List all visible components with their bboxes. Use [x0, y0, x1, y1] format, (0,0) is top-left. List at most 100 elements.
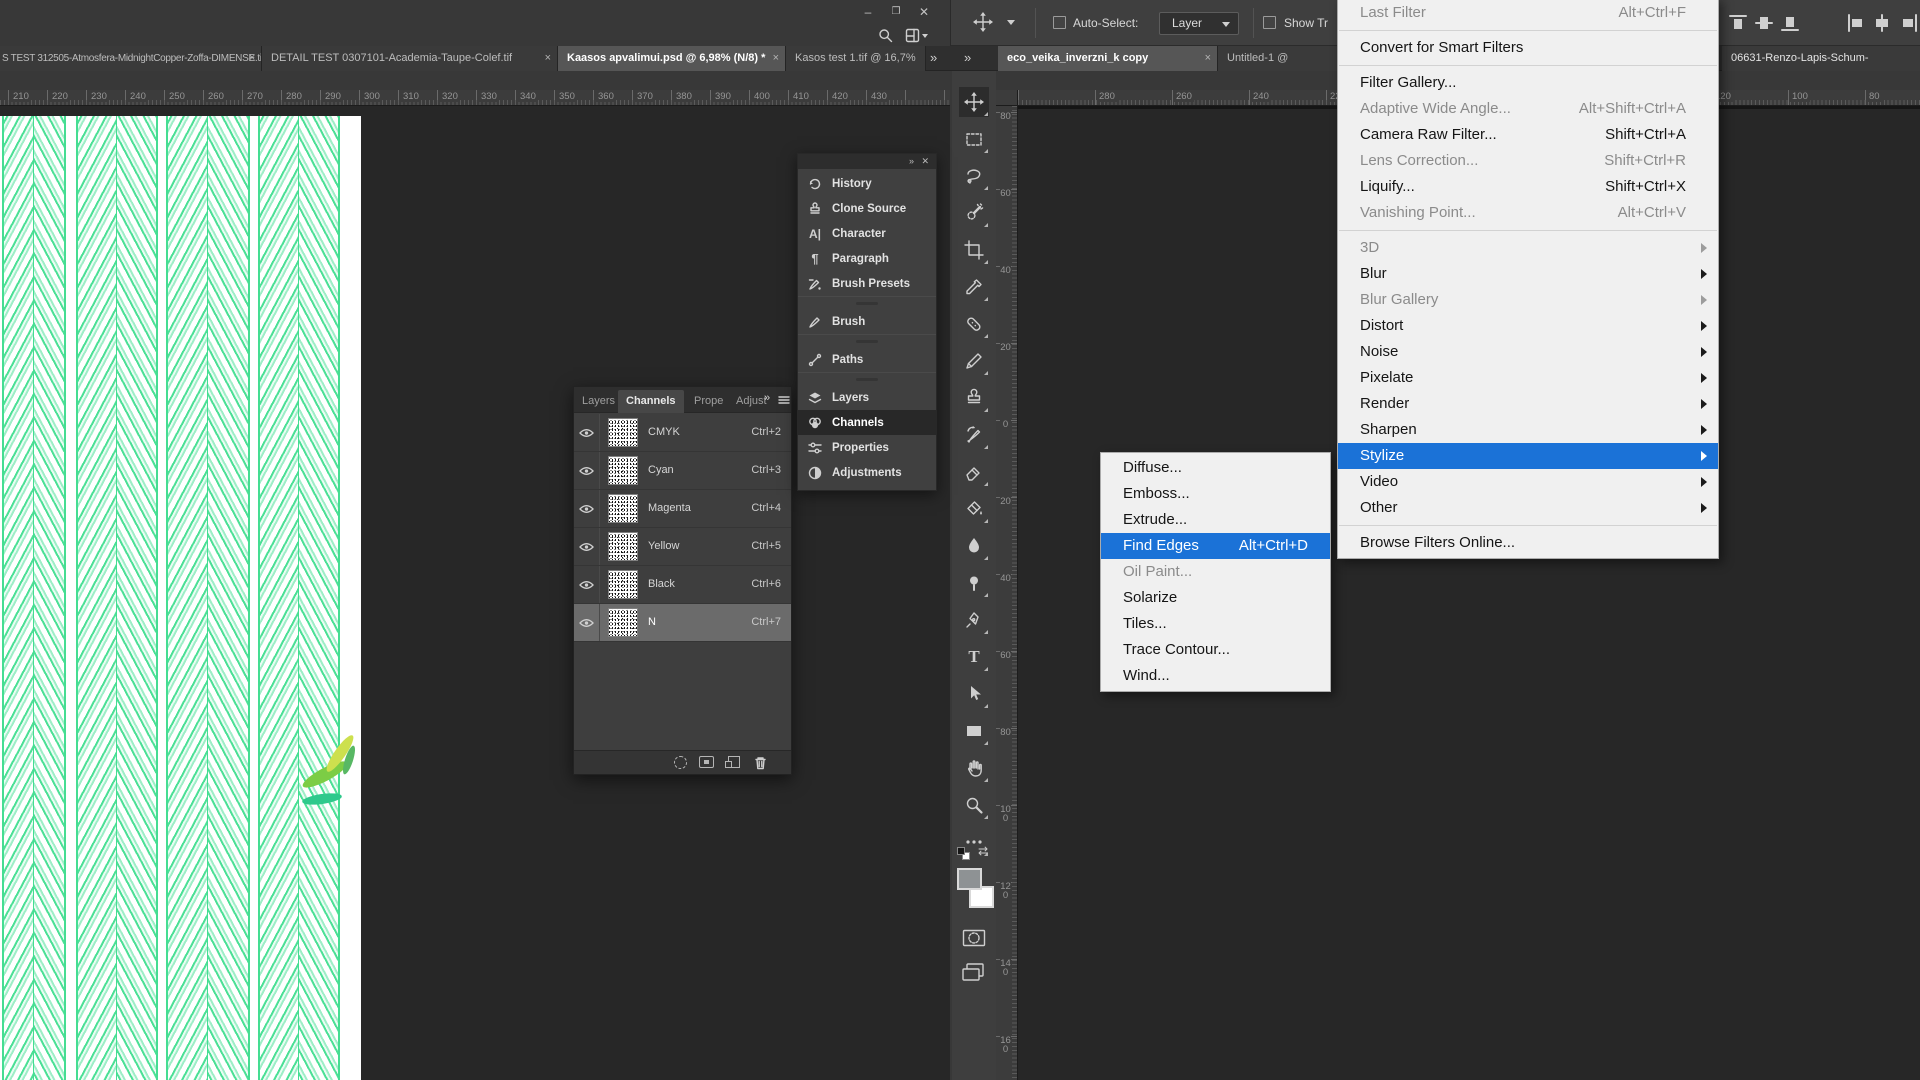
channel-row-cmyk[interactable]: CMYK Ctrl+2 [574, 414, 791, 452]
hand-tool[interactable] [959, 753, 989, 783]
visibility-eye-icon[interactable] [574, 528, 600, 565]
visibility-eye-icon[interactable] [574, 604, 600, 641]
dock-collapse-chevron[interactable]: » [909, 154, 914, 168]
document-tab-active[interactable]: eco_veika_inverzni_k copy × [998, 46, 1218, 71]
menu-item-sharpen[interactable]: Sharpen [1338, 417, 1718, 443]
menu-item-filter-gallery[interactable]: Filter Gallery... [1338, 70, 1718, 96]
dock-item-properties[interactable]: Properties [798, 435, 936, 460]
search-icon[interactable] [878, 28, 893, 43]
align-bottom-edges-icon[interactable] [1780, 13, 1800, 33]
visibility-eye-icon[interactable] [574, 566, 600, 603]
rectangle-tool[interactable] [959, 716, 989, 746]
swap-colors-icon[interactable]: ⇄ [978, 844, 988, 858]
pencil-tool[interactable] [959, 346, 989, 376]
auto-select-target-dropdown[interactable]: Layer [1159, 12, 1239, 35]
path-selection-tool[interactable] [959, 679, 989, 709]
quick-selection-tool[interactable] [959, 198, 989, 228]
dock-item-history[interactable]: History [798, 171, 936, 196]
channel-row-magenta[interactable]: Magenta Ctrl+4 [574, 490, 791, 528]
pen-tool[interactable] [959, 605, 989, 635]
menu-item-convert-smart-filters[interactable]: Convert for Smart Filters [1338, 35, 1718, 61]
horizontal-ruler[interactable]: 200 210 220 230 240 250 260 270 280 290 … [0, 90, 950, 106]
align-right-edges-icon[interactable] [1899, 13, 1919, 33]
tab-close-icon[interactable]: × [773, 46, 779, 71]
minimize-button[interactable]: – [858, 3, 878, 21]
tab-close-icon[interactable]: × [545, 46, 551, 71]
crop-tool[interactable] [959, 235, 989, 265]
delete-channel-trash-icon[interactable] [754, 756, 767, 770]
dock-item-brush-presets[interactable]: Brush Presets [798, 271, 936, 296]
tab-layers[interactable]: Layers [574, 390, 623, 413]
menu-item-video[interactable]: Video [1338, 469, 1718, 495]
menu-item-blur[interactable]: Blur [1338, 261, 1718, 287]
menu-item-distort[interactable]: Distort [1338, 313, 1718, 339]
visibility-eye-icon[interactable] [574, 490, 600, 527]
screen-mode-icon[interactable] [961, 962, 985, 982]
channel-row-cyan[interactable]: Cyan Ctrl+3 [574, 452, 791, 490]
menu-item-other[interactable]: Other [1338, 495, 1718, 521]
marquee-tool[interactable] [959, 124, 989, 154]
zoom-tool[interactable] [959, 790, 989, 820]
default-colors-icon[interactable] [956, 846, 972, 862]
document-tab[interactable]: Untitled-1 @ [1218, 46, 1338, 71]
paint-bucket-tool[interactable] [959, 494, 989, 524]
dock-item-channels-active[interactable]: Channels [798, 410, 936, 435]
menu-item-tiles[interactable]: Tiles... [1101, 611, 1330, 637]
tab-properties[interactable]: Prope [686, 390, 731, 413]
document-tab[interactable]: Kasos test 1.tif @ 16,7% [786, 46, 926, 71]
tab-channels[interactable]: Channels [618, 390, 684, 413]
menu-item-diffuse[interactable]: Diffuse... [1101, 455, 1330, 481]
history-brush-tool[interactable] [959, 420, 989, 450]
dock-item-adjustments[interactable]: Adjustments [798, 460, 936, 485]
channel-row-yellow[interactable]: Yellow Ctrl+5 [574, 528, 791, 566]
foreground-color-swatch[interactable] [957, 868, 982, 890]
menu-item-find-edges[interactable]: Find EdgesAlt+Ctrl+D [1101, 533, 1330, 559]
vertical-ruler[interactable]: 80 60 40 20 0 20 40 60 80 100 120 140 16… [996, 106, 1018, 1080]
align-vertical-centers-icon[interactable] [1754, 13, 1774, 33]
move-tool[interactable] [959, 87, 989, 117]
tab-close-icon[interactable]: × [249, 46, 255, 71]
menu-item-browse-filters-online[interactable]: Browse Filters Online... [1338, 530, 1718, 556]
align-horizontal-centers-icon[interactable] [1872, 13, 1892, 33]
document-tab[interactable]: 06631-Renzo-Lapis-Schum- [1722, 46, 1920, 71]
channel-row-n-selected[interactable]: N Ctrl+7 [574, 604, 791, 642]
document-tab[interactable]: S TEST 312505-Atmosfera-MidnightCopper-Z… [0, 46, 262, 71]
auto-select-checkbox[interactable] [1053, 16, 1066, 29]
menu-item-trace-contour[interactable]: Trace Contour... [1101, 637, 1330, 663]
dock-item-paths[interactable]: Paths [798, 347, 936, 372]
panel-menu-icon[interactable] [778, 395, 790, 405]
save-selection-as-channel-icon[interactable] [699, 756, 714, 768]
show-transform-checkbox[interactable] [1263, 16, 1276, 29]
align-top-edges-icon[interactable] [1728, 13, 1748, 33]
dock-item-character[interactable]: A|Character [798, 221, 936, 246]
dodge-tool[interactable] [959, 568, 989, 598]
lasso-tool[interactable] [959, 161, 989, 191]
menu-item-stylize[interactable]: Stylize [1338, 443, 1718, 469]
align-left-edges-icon[interactable] [1846, 13, 1866, 33]
menu-item-camera-raw-filter[interactable]: Camera Raw Filter...Shift+Ctrl+A [1338, 122, 1718, 148]
toolbar-collapse-chevron[interactable]: » [964, 50, 969, 65]
dock-close-icon[interactable]: ✕ [921, 154, 929, 168]
tab-close-icon[interactable]: × [1205, 46, 1211, 71]
menu-item-wind[interactable]: Wind... [1101, 663, 1330, 689]
menu-item-solarize[interactable]: Solarize [1101, 585, 1330, 611]
close-button[interactable]: ✕ [914, 3, 934, 21]
visibility-eye-icon[interactable] [574, 452, 600, 489]
menu-item-extrude[interactable]: Extrude... [1101, 507, 1330, 533]
panel-collapse-chevron[interactable]: » [764, 392, 768, 404]
quick-mask-icon[interactable] [962, 929, 986, 947]
menu-item-liquify[interactable]: Liquify...Shift+Ctrl+X [1338, 174, 1718, 200]
ruler-origin-box[interactable] [996, 90, 1018, 106]
dock-item-layers[interactable]: Layers [798, 385, 936, 410]
menu-item-render[interactable]: Render [1338, 391, 1718, 417]
document-canvas[interactable] [0, 116, 361, 1080]
menu-item-pixelate[interactable]: Pixelate [1338, 365, 1718, 391]
blur-tool[interactable] [959, 531, 989, 561]
workspace-icon[interactable] [905, 28, 920, 43]
type-tool[interactable]: T [959, 642, 989, 672]
eraser-tool[interactable] [959, 457, 989, 487]
dock-item-brush[interactable]: Brush [798, 309, 936, 334]
dock-item-clone-source[interactable]: Clone Source [798, 196, 936, 221]
eyedropper-tool[interactable] [959, 272, 989, 302]
tab-overflow-chevron[interactable]: » [930, 50, 935, 65]
